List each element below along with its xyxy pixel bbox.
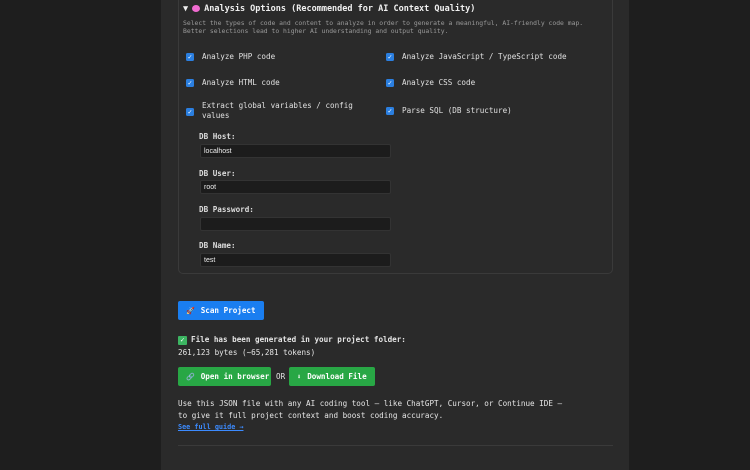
checkbox-checked-icon: ✓ (386, 53, 394, 61)
db-password-input[interactable] (200, 217, 391, 231)
db-name-input[interactable]: test (200, 253, 391, 267)
checkbox-label: Parse SQL (DB structure) (402, 106, 512, 115)
checkbox-label: Analyze HTML code (202, 78, 280, 87)
db-password-label: DB Password: (199, 205, 254, 214)
button-label: Open in browser (200, 372, 270, 381)
checkbox-checked-icon: ✓ (186, 79, 194, 87)
success-message: ✓ File has been generated in your project… (178, 335, 406, 345)
checkbox-css[interactable]: ✓ Analyze CSS code (386, 78, 475, 88)
checkbox-globals[interactable]: ✓ Extract global variables / config value… (186, 101, 366, 121)
section-title: Analysis Options (Recommended for AI Con… (204, 4, 476, 14)
checkbox-label: Analyze CSS code (402, 78, 476, 87)
divider (178, 445, 613, 446)
checkbox-checked-icon: ✓ (186, 53, 194, 61)
analysis-options-toggle[interactable]: ▼ Analysis Options (Recommended for AI Co… (183, 4, 475, 14)
db-user-input[interactable]: root (200, 180, 391, 194)
checkbox-checked-icon: ✓ (386, 107, 394, 115)
checkbox-label: Analyze JavaScript / TypeScript code (402, 52, 567, 61)
file-size: 261,123 bytes (~65,281 tokens) (178, 348, 316, 357)
db-host-input[interactable]: localhost (200, 144, 391, 158)
see-full-guide-link[interactable]: See full guide → (178, 423, 243, 431)
scan-project-button[interactable]: 🚀 Scan Project (178, 301, 264, 320)
analysis-options-panel: ▼ Analysis Options (Recommended for AI Co… (178, 0, 613, 274)
checkbox-sql[interactable]: ✓ Parse SQL (DB structure) (386, 106, 512, 116)
checkbox-checked-icon: ✓ (186, 107, 194, 116)
disclosure-triangle-icon: ▼ (183, 4, 189, 14)
checkbox-php[interactable]: ✓ Analyze PHP code (186, 52, 275, 62)
download-file-button[interactable]: ⬇ Download File (289, 367, 375, 386)
check-mark-icon: ✓ (178, 336, 187, 345)
usage-text-line2: to give it full project context and boos… (178, 411, 444, 420)
usage-text-line1: Use this JSON file with any AI coding to… (178, 399, 563, 408)
section-description: Select the types of code and content to … (183, 19, 584, 35)
db-host-label: DB Host: (199, 132, 236, 141)
main-card: ▼ Analysis Options (Recommended for AI Co… (161, 0, 629, 470)
db-user-label: DB User: (199, 169, 236, 178)
brain-icon (192, 5, 201, 12)
button-label: Download File (307, 372, 367, 381)
message-text: File has been generated in your project … (191, 335, 406, 344)
checkbox-js-ts[interactable]: ✓ Analyze JavaScript / TypeScript code (386, 52, 567, 62)
rocket-icon: 🚀 (186, 306, 195, 315)
button-label: Scan Project (200, 306, 256, 315)
db-name-label: DB Name: (199, 241, 236, 250)
checkbox-html[interactable]: ✓ Analyze HTML code (186, 78, 280, 88)
download-icon: ⬇ (297, 372, 302, 381)
or-separator: OR (276, 372, 286, 381)
checkbox-label: Extract global variables / config values (202, 101, 353, 120)
link-icon: 🔗 (186, 372, 195, 381)
open-in-browser-button[interactable]: 🔗 Open in browser (178, 367, 271, 386)
checkbox-label: Analyze PHP code (202, 52, 276, 61)
checkbox-checked-icon: ✓ (386, 79, 394, 87)
